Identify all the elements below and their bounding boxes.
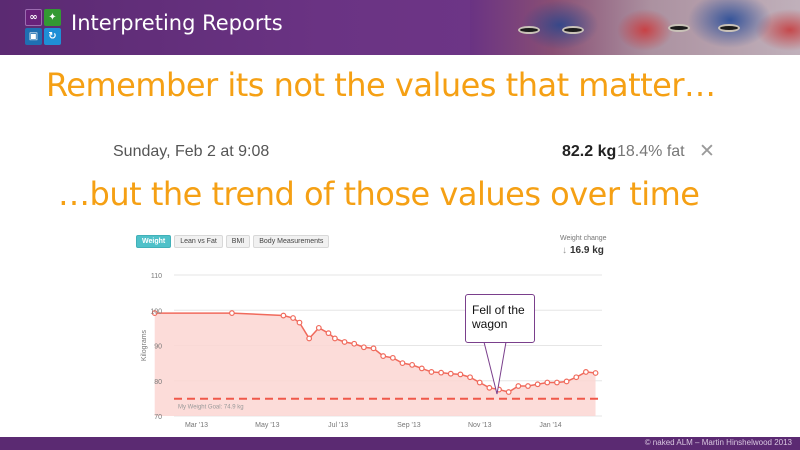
data-point bbox=[325, 330, 332, 337]
data-point bbox=[583, 369, 589, 375]
x-tick-label: Mar '13 bbox=[185, 422, 208, 429]
y-tick-label: 110 bbox=[151, 273, 162, 280]
eye-graphic bbox=[518, 26, 540, 34]
eye-graphic bbox=[562, 26, 584, 34]
data-point bbox=[573, 374, 580, 381]
data-point bbox=[447, 370, 454, 377]
tab-lean-vs-fat[interactable]: Lean vs Fat bbox=[174, 235, 223, 248]
goal-label: My Weight Goal: 74.9 kg bbox=[178, 405, 244, 411]
data-point bbox=[525, 383, 531, 389]
data-point bbox=[467, 374, 473, 381]
data-point bbox=[592, 370, 599, 376]
data-point bbox=[306, 335, 313, 342]
data-point bbox=[351, 340, 358, 347]
team-foundation-icon: ✦ bbox=[44, 9, 61, 26]
data-point bbox=[370, 345, 377, 352]
callout-pointer bbox=[483, 341, 507, 395]
data-point bbox=[563, 378, 570, 385]
x-tick-label: Jul '13 bbox=[328, 422, 348, 429]
weight-chart: 70 80 90 100 110 Kilograms Mar '13 May '13 Jul '… bbox=[141, 273, 602, 429]
data-point bbox=[341, 339, 348, 345]
data-point bbox=[399, 360, 406, 367]
tab-weight[interactable]: Weight bbox=[136, 235, 172, 248]
data-point bbox=[418, 365, 425, 372]
x-tick-label: May '13 bbox=[255, 422, 279, 429]
annotation-callout: Fell of the wagon bbox=[465, 294, 535, 343]
close-icon[interactable]: ✕ bbox=[699, 140, 715, 163]
data-point bbox=[515, 383, 522, 389]
data-point bbox=[296, 319, 303, 326]
footer-band: © naked ALM – Martin Hinshelwood 2013 bbox=[0, 437, 800, 450]
down-arrow-icon: ↓ bbox=[562, 245, 567, 256]
chart-tabs: Weight Lean vs Fat BMI Body Measurements bbox=[136, 235, 330, 248]
weight-change-value: ↓ 16.9 kg bbox=[562, 245, 604, 256]
y-tick-label: 80 bbox=[154, 379, 162, 386]
tab-bmi[interactable]: BMI bbox=[225, 235, 251, 248]
y-tick-label: 100 bbox=[150, 308, 162, 315]
copyright-text: © naked ALM – Martin Hinshelwood 2013 bbox=[644, 438, 792, 447]
header-photo bbox=[470, 0, 800, 55]
x-tick-label: Jan '14 bbox=[539, 422, 561, 429]
data-point bbox=[290, 315, 296, 321]
data-point bbox=[438, 369, 444, 376]
y-axis-label: Kilograms bbox=[141, 329, 148, 361]
x-tick-label: Nov '13 bbox=[468, 422, 492, 429]
data-point bbox=[389, 354, 396, 361]
y-tick-label: 70 bbox=[154, 414, 162, 421]
entry-weight: 82.2 kg bbox=[562, 143, 617, 160]
y-tick-label: 90 bbox=[154, 344, 162, 351]
data-point bbox=[280, 312, 287, 319]
data-point bbox=[332, 335, 338, 342]
data-point bbox=[380, 353, 387, 359]
data-point bbox=[544, 379, 551, 386]
x-tick-label: Sep '13 bbox=[397, 422, 421, 429]
headline-secondary: …but the trend of those values over time bbox=[58, 175, 700, 213]
sync-icon: ↻ bbox=[44, 28, 61, 45]
callout-line-2: wagon bbox=[472, 317, 508, 331]
data-point bbox=[428, 369, 435, 375]
eye-graphic bbox=[668, 24, 690, 32]
data-point bbox=[229, 310, 235, 316]
data-point bbox=[554, 379, 560, 386]
header-band: ∞ ✦ ▣ ↻ Interpreting Reports bbox=[0, 0, 800, 55]
server-icon: ▣ bbox=[25, 28, 42, 45]
eye-graphic bbox=[718, 24, 740, 32]
entry-fat: 18.4% fat bbox=[617, 143, 685, 160]
tab-body-measurements[interactable]: Body Measurements bbox=[253, 235, 330, 248]
headline-primary: Remember its not the values that matter… bbox=[46, 66, 716, 104]
data-point bbox=[409, 361, 416, 368]
data-point bbox=[315, 324, 322, 331]
visual-studio-icon: ∞ bbox=[25, 9, 42, 26]
entry-date: Sunday, Feb 2 at 9:08 bbox=[113, 143, 270, 160]
weight-change-amount: 16.9 kg bbox=[570, 245, 604, 256]
data-point bbox=[457, 371, 464, 378]
page-title: Interpreting Reports bbox=[71, 11, 283, 35]
data-point bbox=[360, 344, 367, 351]
data-point bbox=[534, 381, 541, 388]
weight-change-label: Weight change bbox=[560, 235, 607, 242]
callout-line-1: Fell of the bbox=[472, 303, 525, 317]
